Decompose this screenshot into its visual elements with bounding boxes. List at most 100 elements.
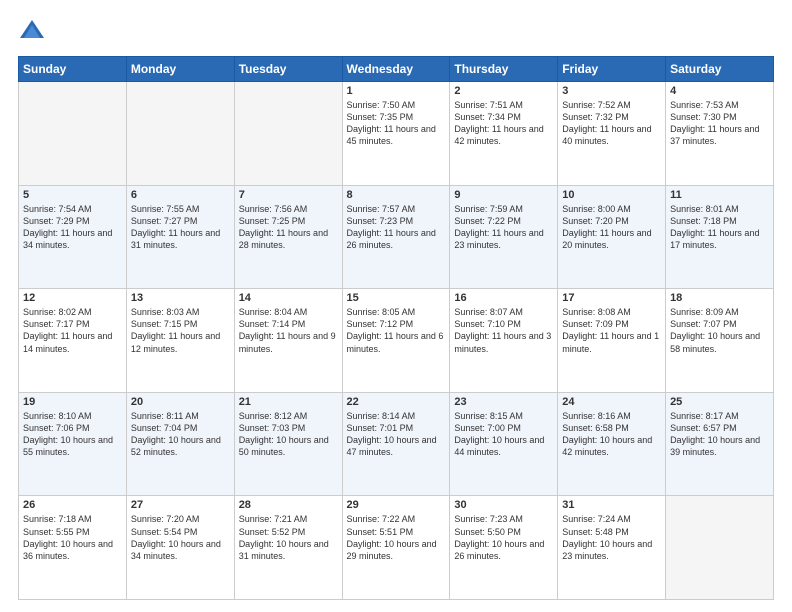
day-info: Sunrise: 8:05 AM Sunset: 7:12 PM Dayligh… [347,306,446,355]
calendar-cell [126,82,234,186]
calendar-cell: 26 Sunrise: 7:18 AM Sunset: 5:55 PM Dayli… [19,496,127,600]
calendar-cell: 14 Sunrise: 8:04 AM Sunset: 7:14 PM Dayli… [234,289,342,393]
day-number: 29 [347,499,446,511]
weekday-header: Friday [558,57,666,82]
page-header [18,18,774,46]
calendar-cell: 21 Sunrise: 8:12 AM Sunset: 7:03 PM Dayli… [234,392,342,496]
day-number: 17 [562,292,661,304]
calendar-cell: 16 Sunrise: 8:07 AM Sunset: 7:10 PM Dayli… [450,289,558,393]
logo [18,18,50,46]
weekday-header: Sunday [19,57,127,82]
calendar-cell [19,82,127,186]
day-number: 14 [239,292,338,304]
day-info: Sunrise: 8:01 AM Sunset: 7:18 PM Dayligh… [670,203,769,252]
calendar-cell: 31 Sunrise: 7:24 AM Sunset: 5:48 PM Dayli… [558,496,666,600]
day-number: 31 [562,499,661,511]
day-number: 18 [670,292,769,304]
day-number: 7 [239,189,338,201]
day-info: Sunrise: 7:55 AM Sunset: 7:27 PM Dayligh… [131,203,230,252]
calendar-cell: 12 Sunrise: 8:02 AM Sunset: 7:17 PM Dayli… [19,289,127,393]
day-info: Sunrise: 8:11 AM Sunset: 7:04 PM Dayligh… [131,410,230,459]
day-info: Sunrise: 8:02 AM Sunset: 7:17 PM Dayligh… [23,306,122,355]
calendar-cell: 20 Sunrise: 8:11 AM Sunset: 7:04 PM Dayli… [126,392,234,496]
day-number: 21 [239,396,338,408]
day-info: Sunrise: 8:03 AM Sunset: 7:15 PM Dayligh… [131,306,230,355]
day-number: 26 [23,499,122,511]
calendar-cell: 4 Sunrise: 7:53 AM Sunset: 7:30 PM Daylig… [666,82,774,186]
day-info: Sunrise: 7:53 AM Sunset: 7:30 PM Dayligh… [670,99,769,148]
weekday-header: Tuesday [234,57,342,82]
calendar-cell: 19Sunrise: 8:10 AM Sunset: 7:06 PM Dayli… [19,392,127,496]
day-number: 6 [131,189,230,201]
calendar-cell [666,496,774,600]
day-number: 5 [23,189,122,201]
weekday-header: Wednesday [342,57,450,82]
day-info: Sunrise: 8:15 AM Sunset: 7:00 PM Dayligh… [454,410,553,459]
day-number: 28 [239,499,338,511]
day-number: 15 [347,292,446,304]
weekday-header: Monday [126,57,234,82]
calendar-cell: 7 Sunrise: 7:56 AM Sunset: 7:25 PM Daylig… [234,185,342,289]
logo-icon [18,18,46,46]
calendar-cell: 25Sunrise: 8:17 AM Sunset: 6:57 PM Dayli… [666,392,774,496]
day-info: Sunrise: 8:12 AM Sunset: 7:03 PM Dayligh… [239,410,338,459]
calendar-cell: 15 Sunrise: 8:05 AM Sunset: 7:12 PM Dayli… [342,289,450,393]
calendar-cell: 1Sunrise: 7:50 AM Sunset: 7:35 PM Daylig… [342,82,450,186]
day-info: Sunrise: 8:08 AM Sunset: 7:09 PM Dayligh… [562,306,661,355]
calendar-cell: 17 Sunrise: 8:08 AM Sunset: 7:09 PM Dayli… [558,289,666,393]
calendar-cell: 28Sunrise: 7:21 AM Sunset: 5:52 PM Dayli… [234,496,342,600]
day-info: Sunrise: 7:56 AM Sunset: 7:25 PM Dayligh… [239,203,338,252]
day-info: Sunrise: 7:23 AM Sunset: 5:50 PM Dayligh… [454,513,553,562]
day-info: Sunrise: 8:10 AM Sunset: 7:06 PM Dayligh… [23,410,122,459]
day-info: Sunrise: 7:20 AM Sunset: 5:54 PM Dayligh… [131,513,230,562]
calendar-cell: 6 Sunrise: 7:55 AM Sunset: 7:27 PM Daylig… [126,185,234,289]
day-info: Sunrise: 7:24 AM Sunset: 5:48 PM Dayligh… [562,513,661,562]
day-info: Sunrise: 7:18 AM Sunset: 5:55 PM Dayligh… [23,513,122,562]
calendar-cell: 5 Sunrise: 7:54 AM Sunset: 7:29 PM Daylig… [19,185,127,289]
calendar-cell [234,82,342,186]
calendar-cell: 11 Sunrise: 8:01 AM Sunset: 7:18 PM Dayli… [666,185,774,289]
day-number: 13 [131,292,230,304]
weekday-header: Saturday [666,57,774,82]
calendar-cell: 9 Sunrise: 7:59 AM Sunset: 7:22 PM Daylig… [450,185,558,289]
calendar-cell: 22 Sunrise: 8:14 AM Sunset: 7:01 PM Dayli… [342,392,450,496]
day-number: 22 [347,396,446,408]
day-info: Sunrise: 8:17 AM Sunset: 6:57 PM Dayligh… [670,410,769,459]
day-info: Sunrise: 7:50 AM Sunset: 7:35 PM Dayligh… [347,99,446,148]
day-info: Sunrise: 7:59 AM Sunset: 7:22 PM Dayligh… [454,203,553,252]
day-info: Sunrise: 7:22 AM Sunset: 5:51 PM Dayligh… [347,513,446,562]
day-number: 4 [670,85,769,97]
calendar-cell: 3Sunrise: 7:52 AM Sunset: 7:32 PM Daylig… [558,82,666,186]
day-number: 12 [23,292,122,304]
day-info: Sunrise: 8:07 AM Sunset: 7:10 PM Dayligh… [454,306,553,355]
day-number: 27 [131,499,230,511]
day-info: Sunrise: 8:09 AM Sunset: 7:07 PM Dayligh… [670,306,769,355]
day-info: Sunrise: 7:51 AM Sunset: 7:34 PM Dayligh… [454,99,553,148]
day-number: 11 [670,189,769,201]
calendar-cell: 18 Sunrise: 8:09 AM Sunset: 7:07 PM Dayli… [666,289,774,393]
day-info: Sunrise: 8:04 AM Sunset: 7:14 PM Dayligh… [239,306,338,355]
day-info: Sunrise: 8:14 AM Sunset: 7:01 PM Dayligh… [347,410,446,459]
day-info: Sunrise: 8:00 AM Sunset: 7:20 PM Dayligh… [562,203,661,252]
calendar-cell: 30 Sunrise: 7:23 AM Sunset: 5:50 PM Dayli… [450,496,558,600]
day-number: 2 [454,85,553,97]
calendar-cell: 23 Sunrise: 8:15 AM Sunset: 7:00 PM Dayli… [450,392,558,496]
day-number: 8 [347,189,446,201]
day-info: Sunrise: 7:52 AM Sunset: 7:32 PM Dayligh… [562,99,661,148]
day-number: 16 [454,292,553,304]
calendar-cell: 13 Sunrise: 8:03 AM Sunset: 7:15 PM Dayli… [126,289,234,393]
calendar-table: SundayMondayTuesdayWednesdayThursdayFrid… [18,56,774,600]
calendar-cell: 29 Sunrise: 7:22 AM Sunset: 5:51 PM Dayli… [342,496,450,600]
calendar-cell: 8 Sunrise: 7:57 AM Sunset: 7:23 PM Daylig… [342,185,450,289]
weekday-header: Thursday [450,57,558,82]
day-number: 10 [562,189,661,201]
day-number: 20 [131,396,230,408]
day-number: 23 [454,396,553,408]
day-number: 9 [454,189,553,201]
calendar-cell: 10 Sunrise: 8:00 AM Sunset: 7:20 PM Dayli… [558,185,666,289]
calendar-cell: 27 Sunrise: 7:20 AM Sunset: 5:54 PM Dayli… [126,496,234,600]
day-info: Sunrise: 7:57 AM Sunset: 7:23 PM Dayligh… [347,203,446,252]
day-info: Sunrise: 7:54 AM Sunset: 7:29 PM Dayligh… [23,203,122,252]
day-info: Sunrise: 8:16 AM Sunset: 6:58 PM Dayligh… [562,410,661,459]
day-number: 30 [454,499,553,511]
